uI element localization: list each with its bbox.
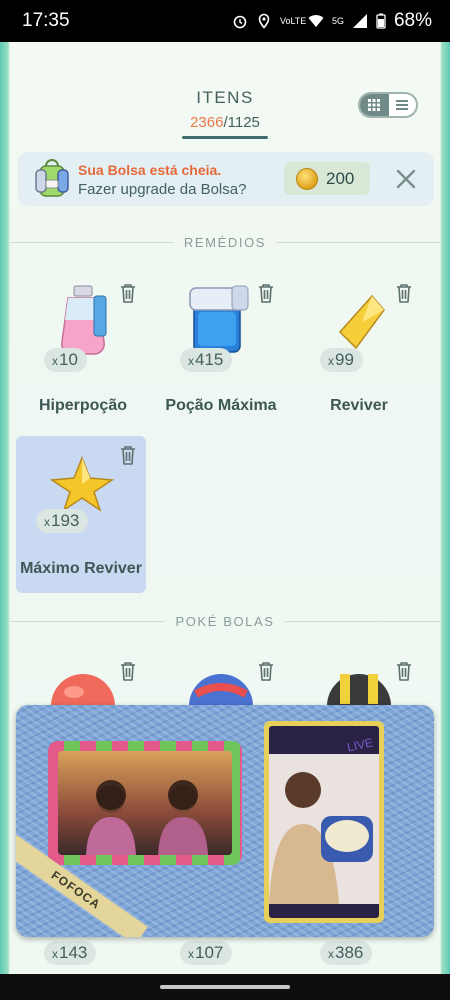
section-header-remedios: REMÉDIOS — [10, 234, 440, 250]
upgrade-bag-button[interactable]: 200 — [284, 162, 370, 195]
alarm-icon — [233, 15, 247, 29]
list-view-button[interactable] — [389, 94, 416, 116]
item-maximo-reviver[interactable]: x 193 Máximo Reviver — [16, 436, 146, 593]
bag-full-banner[interactable]: Sua Bolsa está cheia. Fazer upgrade da B… — [18, 152, 434, 206]
person-figure — [86, 780, 136, 855]
bag-full-text: Sua Bolsa está cheia. — [78, 162, 222, 178]
picture-in-picture-video[interactable]: LIVE FOFOCA — [16, 705, 434, 937]
qty-badge: x 386 — [320, 941, 373, 965]
item-name: Reviver — [330, 397, 388, 414]
volte-indicator: VoLTE — [279, 15, 307, 26]
wifi-icon — [308, 15, 324, 27]
max-revive-icon — [50, 456, 114, 512]
trash-icon[interactable] — [118, 660, 138, 682]
item-count-max: 1125 — [227, 114, 260, 131]
status-time: 17:35 — [22, 10, 70, 31]
section-label: POKÉ BOLAS — [175, 613, 275, 629]
person-figure — [158, 780, 208, 855]
qty-badge: x 107 — [180, 941, 233, 965]
trash-icon[interactable] — [256, 282, 276, 304]
video-scene-left — [58, 751, 232, 855]
location-icon — [258, 13, 270, 29]
battery-icon — [376, 13, 386, 29]
video-left-frame — [48, 741, 242, 865]
max-potion-icon — [189, 285, 249, 353]
pokecoin-icon — [296, 167, 318, 190]
item-count-current: 2366 — [190, 114, 224, 131]
section-header-pokebolas: POKÉ BOLAS — [10, 613, 440, 629]
backpack-icon — [35, 159, 69, 197]
title-underline — [182, 136, 268, 139]
trash-icon[interactable] — [118, 282, 138, 304]
home-indicator[interactable] — [160, 985, 290, 989]
signal-icon — [352, 14, 367, 28]
qty-badge: x 415 — [180, 348, 233, 372]
bag-upgrade-text: Fazer upgrade da Bolsa? — [78, 181, 247, 198]
grid-icon — [368, 99, 381, 111]
coin-cost: 200 — [326, 168, 355, 188]
list-icon — [396, 100, 409, 110]
screen-live-text: LIVE — [345, 735, 375, 755]
video-scene-right: LIVE — [269, 726, 379, 918]
status-bar: 17:35 VoLTE 5G 68% — [0, 0, 450, 42]
network-type: 5G — [331, 16, 344, 26]
battery-percent: 68% — [393, 10, 432, 31]
trash-icon[interactable] — [256, 660, 276, 682]
qty-badge: x 193 — [36, 509, 89, 533]
item-name: Máximo Reviver — [20, 560, 142, 577]
item-reviver[interactable]: x 99 Reviver — [294, 272, 424, 429]
revive-icon — [338, 294, 385, 350]
item-hiperpocao[interactable]: x 10 Hiperpoção — [18, 272, 148, 429]
view-toggle[interactable] — [358, 92, 418, 118]
qty-badge: x 143 — [44, 941, 97, 965]
section-label: REMÉDIOS — [183, 234, 267, 250]
person-figure — [269, 754, 379, 904]
qty-badge: x 99 — [320, 348, 363, 372]
trash-icon[interactable] — [394, 282, 414, 304]
qty-badge: x 10 — [44, 348, 87, 372]
item-pocao-maxima[interactable]: x 415 Poção Máxima — [156, 272, 286, 429]
trash-icon[interactable] — [118, 444, 138, 466]
grid-view-button[interactable] — [360, 94, 389, 116]
system-navigation-bar — [0, 974, 450, 1000]
trash-icon[interactable] — [394, 660, 414, 682]
status-icons: VoLTE 5G 68% — [232, 10, 432, 32]
video-right-frame: LIVE — [264, 721, 384, 923]
close-icon[interactable] — [394, 167, 418, 191]
